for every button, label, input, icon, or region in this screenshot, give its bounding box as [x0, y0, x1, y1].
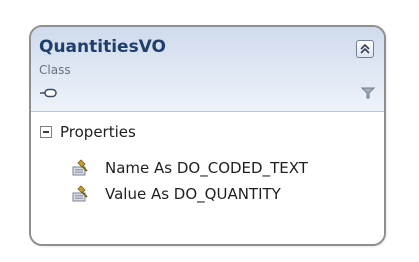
- property-icon: [72, 185, 88, 202]
- property-item[interactable]: Name As DO_CODED_TEXT: [71, 155, 384, 181]
- link-icon: [40, 88, 57, 98]
- property-item[interactable]: Value As DO_QUANTITY: [71, 181, 384, 207]
- section-label: Properties: [60, 123, 136, 141]
- filter-icon[interactable]: [361, 86, 375, 100]
- class-header: QuantitiesVO Class: [31, 27, 384, 112]
- property-name: Name As DO_CODED_TEXT: [105, 159, 308, 177]
- properties-section-header[interactable]: Properties: [40, 122, 136, 142]
- property-list: Name As DO_CODED_TEXT Value As DO_QUANTI…: [71, 155, 384, 207]
- property-icon: [72, 159, 88, 176]
- collapse-button[interactable]: [356, 40, 374, 58]
- property-name: Value As DO_QUANTITY: [105, 185, 281, 203]
- class-shape[interactable]: QuantitiesVO Class Properties Name As DO…: [29, 25, 386, 246]
- class-name: QuantitiesVO: [39, 37, 166, 57]
- collapse-section-toggle[interactable]: [40, 126, 52, 138]
- properties-compartment: Properties Name As DO_CODED_TEXT Value A…: [31, 112, 384, 244]
- double-chevron-up-icon: [360, 43, 370, 54]
- class-kind: Class: [39, 63, 71, 77]
